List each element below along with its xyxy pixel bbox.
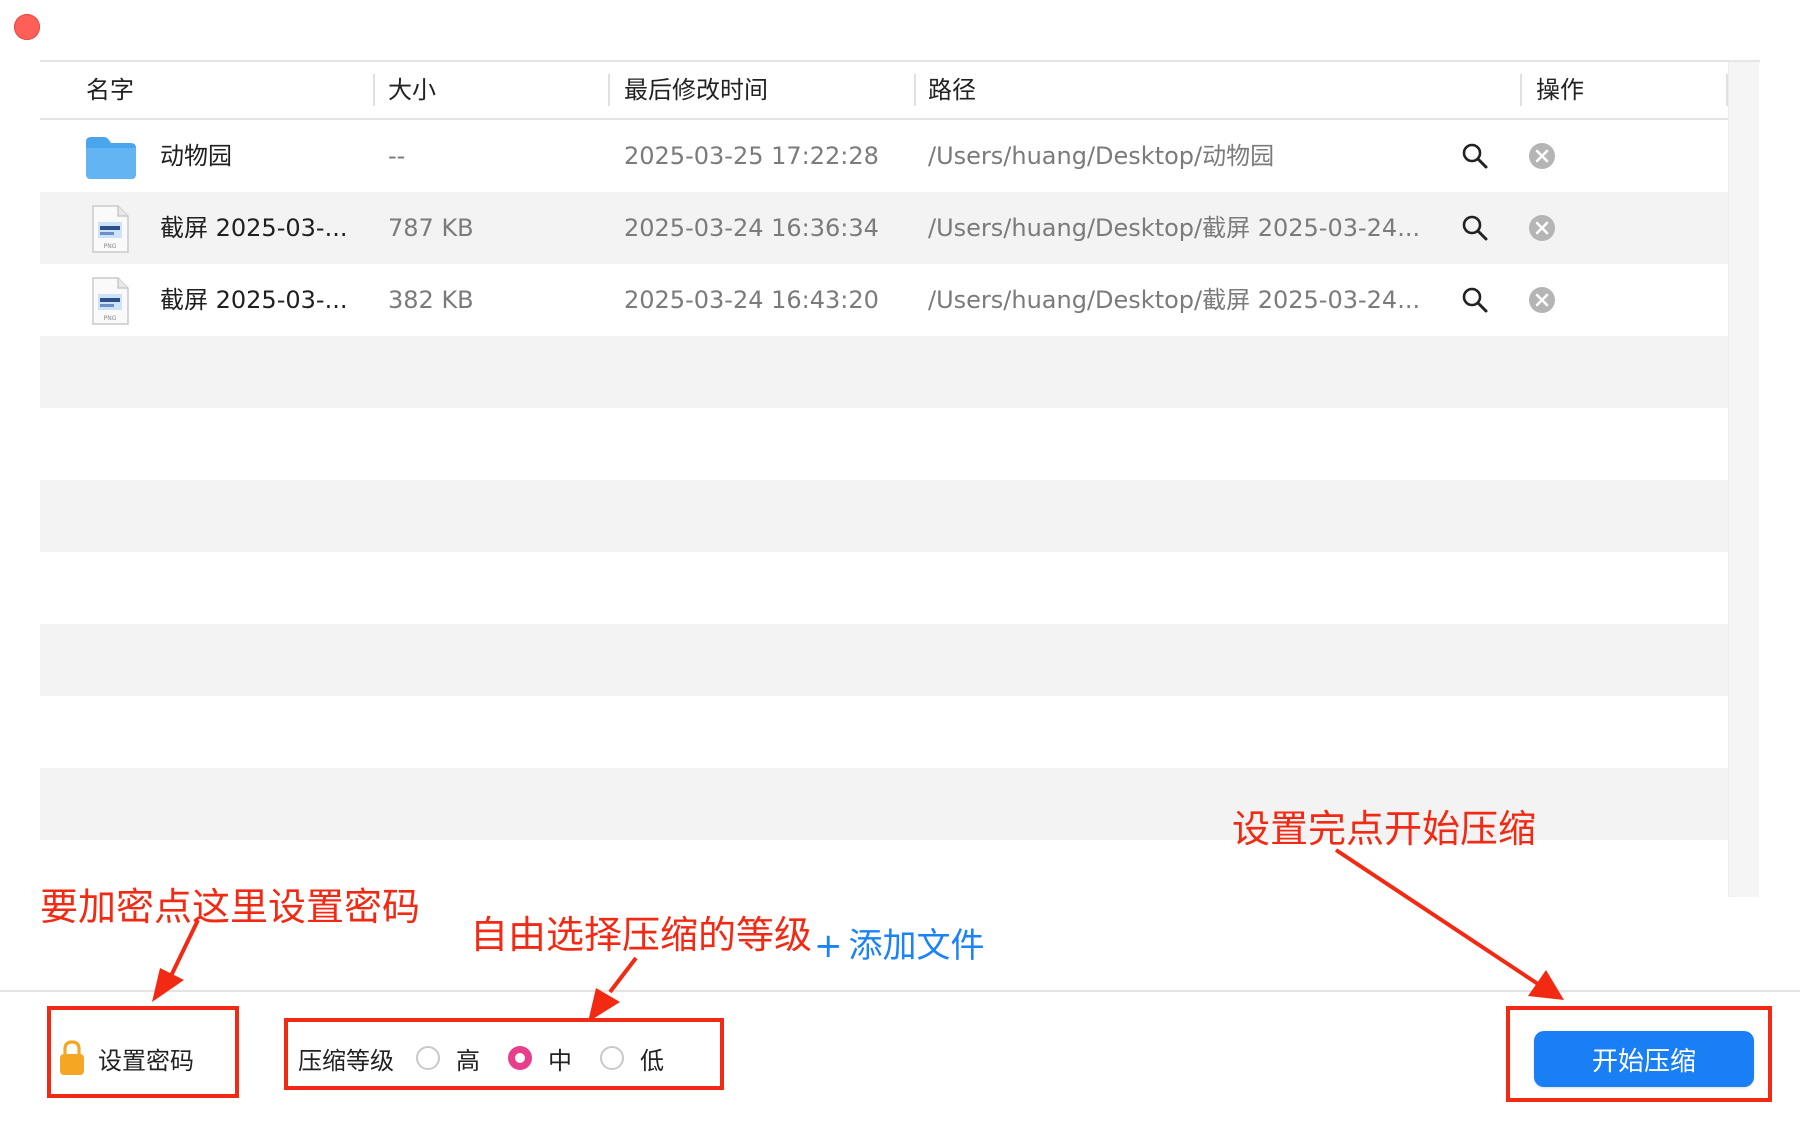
file-modified: 2025-03-24 16:36:34	[624, 214, 879, 242]
add-files-button[interactable]: + 添加文件	[814, 918, 985, 967]
annotation-password-hint: 要加密点这里设置密码	[40, 885, 421, 929]
svg-text:PNG: PNG	[104, 243, 117, 250]
table-row[interactable]: PNG 截屏 2025-03-... 382 KB 2025-03-24 16:…	[40, 264, 1728, 336]
column-separator[interactable]	[914, 74, 916, 106]
empty-row	[40, 552, 1728, 624]
column-header-actions: 操作	[1536, 76, 1584, 104]
close-window-button[interactable]	[14, 14, 40, 40]
column-separator[interactable]	[1520, 74, 1522, 106]
file-name: 动物园	[160, 142, 232, 170]
column-header-path[interactable]: 路径	[928, 62, 976, 118]
file-path: /Users/huang/Desktop/动物园	[928, 142, 1275, 170]
svg-text:PNG: PNG	[104, 315, 117, 322]
file-modified: 2025-03-25 17:22:28	[624, 142, 879, 170]
remove-icon[interactable]	[1527, 285, 1557, 315]
file-table: 名字 大小 最后修改时间 路径 操作 动物园 -- 2025-03-25 17:…	[40, 62, 1728, 897]
empty-row	[40, 336, 1728, 408]
remove-icon[interactable]	[1527, 141, 1557, 171]
file-name: 截屏 2025-03-...	[160, 286, 348, 314]
file-size: 787 KB	[388, 214, 474, 242]
png-file-icon: PNG	[92, 277, 129, 325]
column-separator[interactable]	[373, 74, 375, 106]
file-modified: 2025-03-24 16:43:20	[624, 286, 879, 314]
annotation-level-hint: 自由选择压缩的等级	[470, 913, 813, 957]
table-header: 名字 大小 最后修改时间 路径 操作	[40, 62, 1728, 120]
file-name: 截屏 2025-03-...	[160, 214, 348, 242]
search-icon[interactable]	[1460, 141, 1490, 171]
divider	[0, 990, 1800, 992]
annotation-start-hint: 设置完点开始压缩	[1232, 807, 1537, 851]
file-size: 382 KB	[388, 286, 474, 314]
empty-row	[40, 624, 1728, 696]
plus-icon: +	[814, 926, 843, 966]
folder-icon	[86, 137, 136, 179]
table-row[interactable]: 动物园 -- 2025-03-25 17:22:28 /Users/huang/…	[40, 120, 1728, 192]
add-files-label: 添加文件	[848, 926, 985, 966]
annotation-box-password	[47, 1006, 239, 1098]
column-separator[interactable]	[608, 74, 610, 106]
empty-row	[40, 480, 1728, 552]
column-header-modified[interactable]: 最后修改时间	[624, 62, 768, 118]
app-window: 名字 大小 最后修改时间 路径 操作 动物园 -- 2025-03-25 17:…	[0, 0, 1800, 1128]
annotation-box-level	[284, 1018, 724, 1090]
empty-row	[40, 408, 1728, 480]
search-icon[interactable]	[1460, 285, 1490, 315]
file-size: --	[388, 142, 406, 170]
file-path: /Users/huang/Desktop/截屏 2025-03-24...	[928, 214, 1421, 242]
column-header-size[interactable]: 大小	[388, 62, 436, 118]
empty-row	[40, 696, 1728, 768]
file-path: /Users/huang/Desktop/截屏 2025-03-24...	[928, 286, 1421, 314]
png-file-icon: PNG	[92, 205, 129, 253]
vertical-scrollbar[interactable]	[1728, 62, 1759, 897]
table-row[interactable]: PNG 截屏 2025-03-... 787 KB 2025-03-24 16:…	[40, 192, 1728, 264]
search-icon[interactable]	[1460, 213, 1490, 243]
remove-icon[interactable]	[1527, 213, 1557, 243]
annotation-box-start	[1506, 1006, 1772, 1102]
column-header-name[interactable]: 名字	[86, 62, 134, 118]
